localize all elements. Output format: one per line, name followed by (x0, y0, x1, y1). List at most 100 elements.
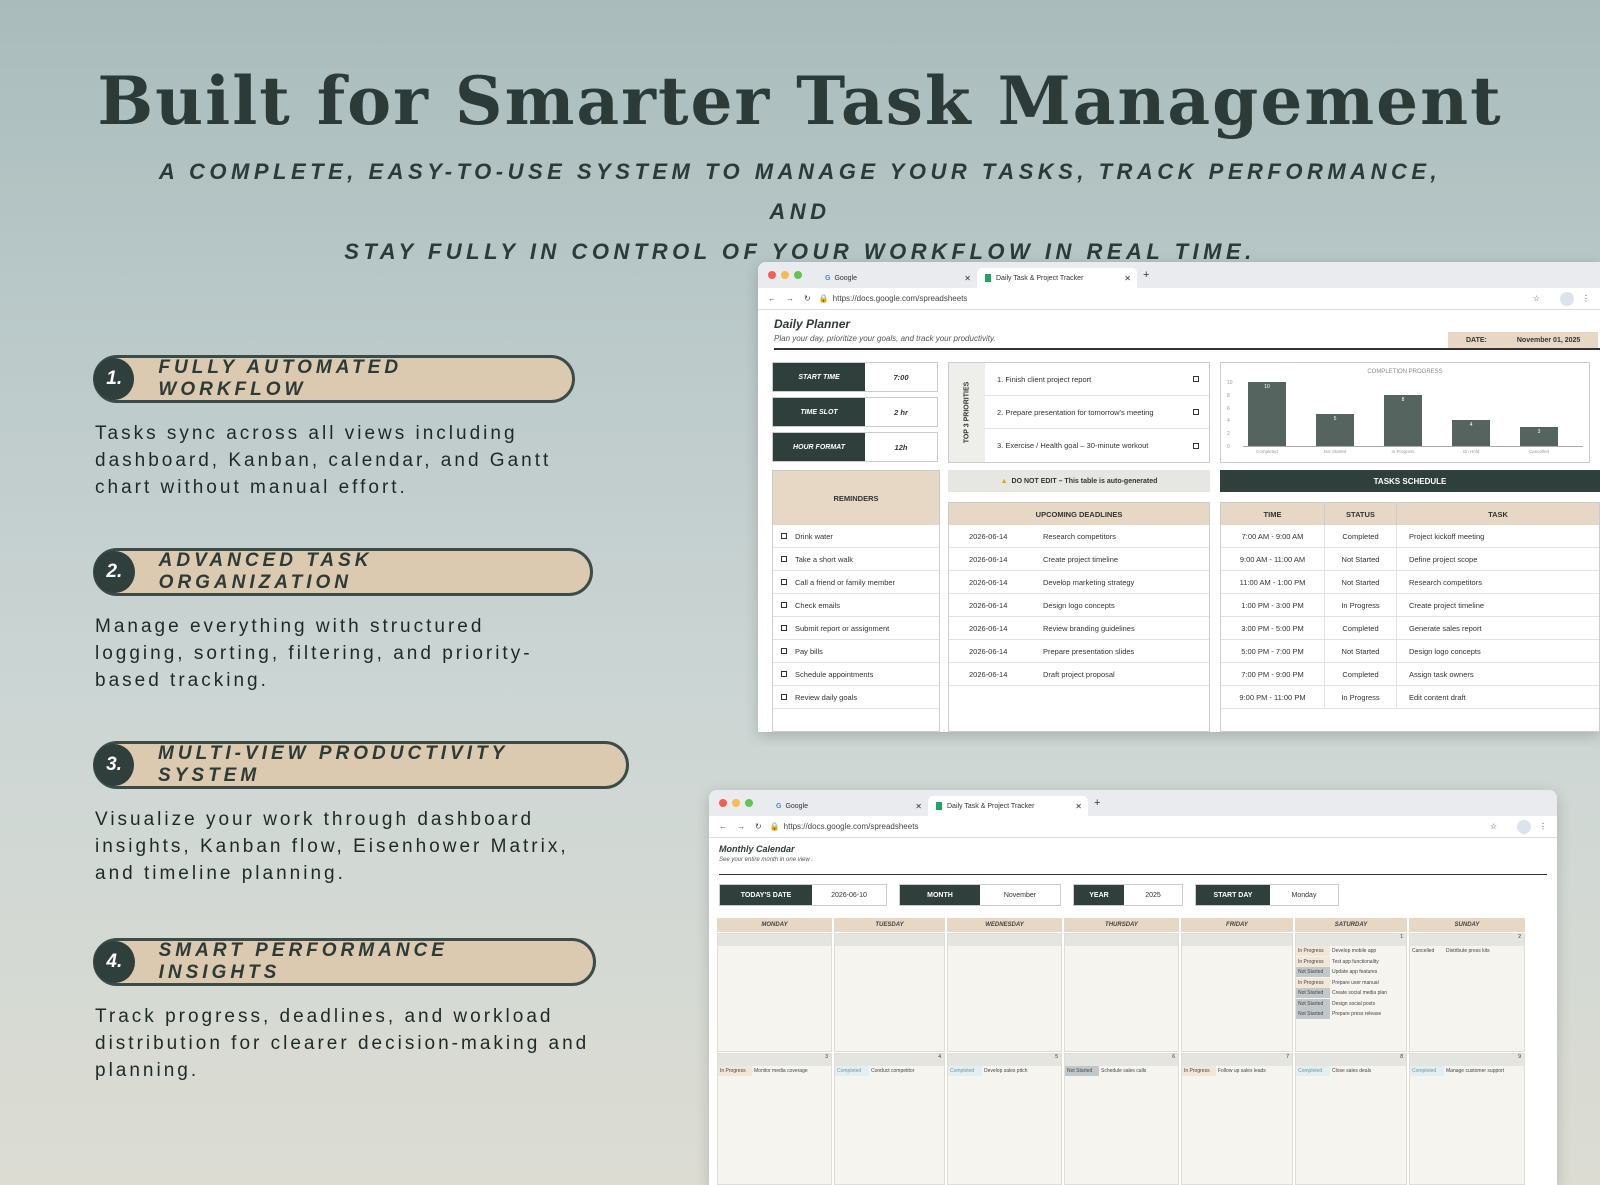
forward-icon[interactable]: → (737, 822, 745, 831)
calendar-task[interactable]: Not Started Update app features (1296, 967, 1406, 978)
google-icon: G (825, 274, 831, 282)
control-value[interactable]: Monday (1270, 885, 1338, 905)
close-tab-icon[interactable]: ✕ (1075, 802, 1082, 811)
url-text[interactable]: https://docs.google.com/spreadsheets (784, 822, 919, 831)
calendar-task[interactable]: In Progress Prepare user manual (1296, 977, 1406, 989)
calendar-day-cell[interactable]: 4 Completed Conduct competitor (834, 1053, 945, 1185)
browser-tab-tracker[interactable]: Daily Task & Project Tracker ✕ (928, 796, 1088, 816)
chart-y-tick: 2 (1227, 431, 1230, 438)
calendar-day-cell[interactable] (947, 933, 1062, 1052)
schedule-task[interactable]: Project kickoff meeting (1397, 532, 1599, 541)
bookmark-star-icon[interactable]: ☆ (1533, 294, 1540, 303)
back-icon[interactable]: ← (719, 822, 727, 831)
minimize-window-icon[interactable] (781, 271, 789, 279)
maximize-window-icon[interactable] (745, 799, 753, 807)
reminder-checkbox[interactable] (781, 625, 787, 631)
time-slot-select[interactable]: 2 hr (865, 398, 937, 426)
browser-tab-tracker[interactable]: Daily Task & Project Tracker ✕ (977, 268, 1137, 288)
schedule-status[interactable]: In Progress (1325, 686, 1397, 708)
control-value[interactable]: 2026-06-10 (812, 885, 886, 905)
close-window-icon[interactable] (768, 271, 776, 279)
schedule-task[interactable]: Create project timeline (1397, 601, 1599, 610)
schedule-status[interactable]: Completed (1325, 663, 1397, 685)
browser-tab-google[interactable]: G Google ✕ (817, 268, 977, 288)
calendar-task[interactable]: In Progress Develop mobile app (1296, 946, 1406, 957)
calendar-day-cell[interactable] (834, 933, 945, 1052)
day-number (1065, 934, 1178, 946)
schedule-status[interactable]: Not Started (1325, 640, 1397, 662)
reminder-checkbox[interactable] (781, 602, 787, 608)
reminder-checkbox[interactable] (781, 648, 787, 654)
schedule-task[interactable]: Edit content draft (1397, 693, 1599, 702)
calendar-day-cell[interactable]: 3 In Progress Monitor media coverage (717, 1053, 832, 1185)
schedule-task[interactable]: Research competitors (1397, 578, 1599, 587)
calendar-task[interactable]: Cancelled Distribute press kits (1410, 946, 1524, 957)
calendar-task[interactable]: Not Started Prepare press release (1296, 1009, 1406, 1020)
calendar-day-cell[interactable]: 1 In Progress Develop mobile app In Progres… (1295, 933, 1407, 1052)
control-value[interactable]: 2025 (1124, 885, 1182, 905)
url-text[interactable]: https://docs.google.com/spreadsheets (833, 294, 968, 303)
schedule-status[interactable]: Not Started (1325, 571, 1397, 593)
forward-icon[interactable]: → (786, 294, 794, 303)
schedule-status[interactable]: In Progress (1325, 594, 1397, 616)
reminder-checkbox[interactable] (781, 533, 787, 539)
schedule-status[interactable]: Completed (1325, 525, 1397, 547)
schedule-status[interactable]: Not Started (1325, 548, 1397, 570)
priority-checkbox[interactable] (1193, 442, 1199, 449)
reminder-checkbox[interactable] (781, 556, 787, 562)
calendar-day-cell[interactable] (717, 933, 832, 1052)
bookmark-star-icon[interactable]: ☆ (1490, 822, 1497, 831)
calendar-task[interactable]: Completed Conduct competitor (835, 1066, 944, 1077)
menu-kebab-icon[interactable]: ⋮ (1582, 294, 1590, 303)
reminder-checkbox[interactable] (781, 671, 787, 677)
schedule-task[interactable]: Assign task owners (1397, 670, 1599, 679)
calendar-day-cell[interactable]: 2 Cancelled Distribute press kits (1409, 933, 1525, 1052)
profile-avatar[interactable] (1560, 291, 1574, 306)
reload-icon[interactable]: ↻ (755, 822, 762, 831)
calendar-task[interactable]: Not Started Schedule sales calls (1065, 1066, 1178, 1077)
calendar-day-cell[interactable]: 5 Completed Develop sales pitch (947, 1053, 1062, 1185)
calendar-day-cell[interactable]: 6 Not Started Schedule sales calls (1064, 1053, 1179, 1185)
calendar-day-cell[interactable]: 9 Completed Manage customer support (1409, 1053, 1525, 1185)
calendar-task[interactable]: In Progress Test app functionality (1296, 956, 1406, 968)
reminder-checkbox[interactable] (781, 694, 787, 700)
schedule-task[interactable]: Generate sales report (1397, 624, 1599, 633)
deadline-date: 2026-06-14 (969, 623, 1008, 633)
new-tab-icon[interactable]: + (1143, 269, 1149, 281)
schedule-task[interactable]: Design logo concepts (1397, 647, 1599, 656)
calendar-task[interactable]: Completed Manage customer support (1410, 1066, 1524, 1077)
calendar-day-cell[interactable] (1064, 933, 1179, 1052)
hour-format-select[interactable]: 12h (865, 433, 937, 461)
calendar-day-cell[interactable] (1181, 933, 1293, 1052)
calendar-task[interactable]: Completed Close sales deals (1296, 1066, 1406, 1077)
profile-avatar[interactable] (1517, 819, 1531, 834)
reload-icon[interactable]: ↻ (804, 294, 811, 303)
close-tab-icon[interactable]: ✕ (1124, 274, 1131, 283)
calendar-day-cell[interactable]: 7 In Progress Follow up sales leads (1181, 1053, 1293, 1185)
calendar-task[interactable]: Not Started Create social media plan (1296, 988, 1406, 999)
minimize-window-icon[interactable] (732, 799, 740, 807)
browser-tab-google[interactable]: G Google ✕ (768, 796, 928, 816)
close-window-icon[interactable] (719, 799, 727, 807)
col-task: TASK (1397, 503, 1599, 525)
day-number: 6 (1065, 1054, 1178, 1066)
calendar-task[interactable]: Completed Develop sales pitch (948, 1066, 1061, 1077)
priority-checkbox[interactable] (1193, 376, 1199, 382)
maximize-window-icon[interactable] (794, 271, 802, 279)
reminder-checkbox[interactable] (781, 579, 787, 585)
control-value[interactable]: November (980, 885, 1060, 905)
close-tab-icon[interactable]: ✕ (915, 802, 922, 811)
start-time-select[interactable]: 7:00 (865, 363, 937, 391)
schedule-task[interactable]: Define project scope (1397, 555, 1599, 564)
calendar-task[interactable]: Not Started Design social posts (1296, 998, 1406, 1010)
date-value[interactable]: November 01, 2025 (1517, 337, 1580, 344)
calendar-day-cell[interactable]: 8 Completed Close sales deals (1295, 1053, 1407, 1185)
new-tab-icon[interactable]: + (1094, 797, 1100, 809)
close-tab-icon[interactable]: ✕ (964, 274, 971, 283)
calendar-task[interactable]: In Progress Follow up sales leads (1182, 1066, 1292, 1077)
calendar-task[interactable]: In Progress Monitor media coverage (718, 1066, 831, 1077)
schedule-status[interactable]: Completed (1325, 617, 1397, 639)
priority-checkbox[interactable] (1193, 409, 1199, 415)
menu-kebab-icon[interactable]: ⋮ (1539, 822, 1547, 831)
back-icon[interactable]: ← (768, 294, 776, 303)
